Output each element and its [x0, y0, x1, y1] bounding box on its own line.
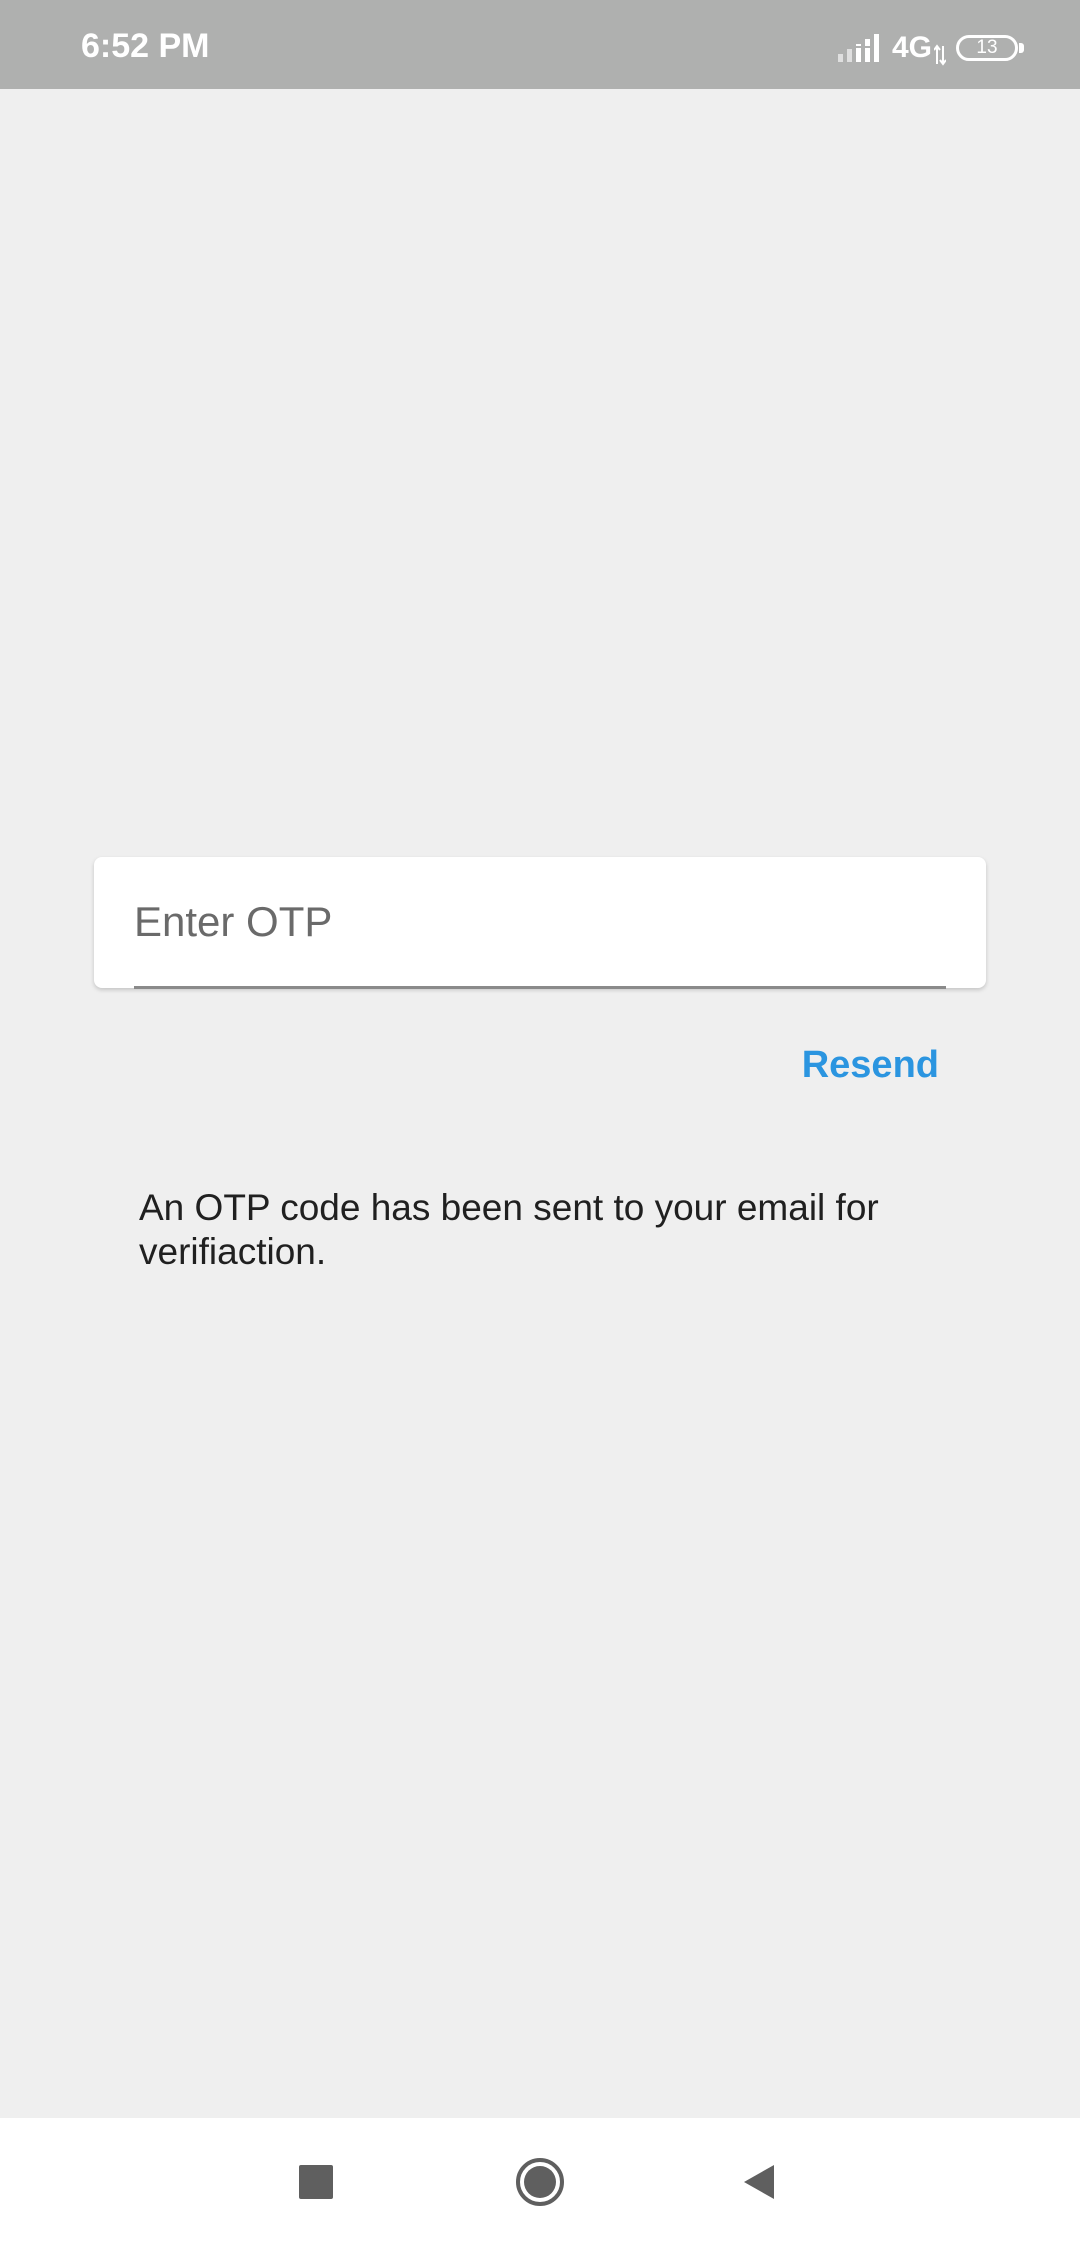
back-button[interactable]	[722, 2144, 798, 2220]
back-icon	[744, 2165, 774, 2199]
battery-cap	[1019, 43, 1024, 53]
home-button[interactable]	[502, 2144, 578, 2220]
otp-info-message: An OTP code has been sent to your email …	[139, 1187, 879, 1272]
status-icons: 4G 13	[837, 28, 1024, 68]
battery-level: 13	[976, 37, 998, 58]
network-type: 4G	[891, 31, 932, 64]
home-icon	[516, 2158, 564, 2206]
data-arrows-icon	[934, 44, 946, 66]
signal-icon	[837, 34, 879, 62]
status-time: 6:52 PM	[81, 27, 210, 65]
resend-button[interactable]: Resend	[802, 1040, 939, 1090]
status-bar: 6:52 PM 4G 13	[0, 0, 1080, 89]
navigation-bar	[0, 2118, 1080, 2246]
otp-input-underline	[134, 986, 946, 989]
recent-apps-button[interactable]	[278, 2144, 354, 2220]
otp-input[interactable]	[134, 877, 946, 967]
otp-card	[94, 857, 986, 989]
recent-apps-icon	[299, 2165, 333, 2199]
battery-icon: 13	[956, 35, 1018, 61]
